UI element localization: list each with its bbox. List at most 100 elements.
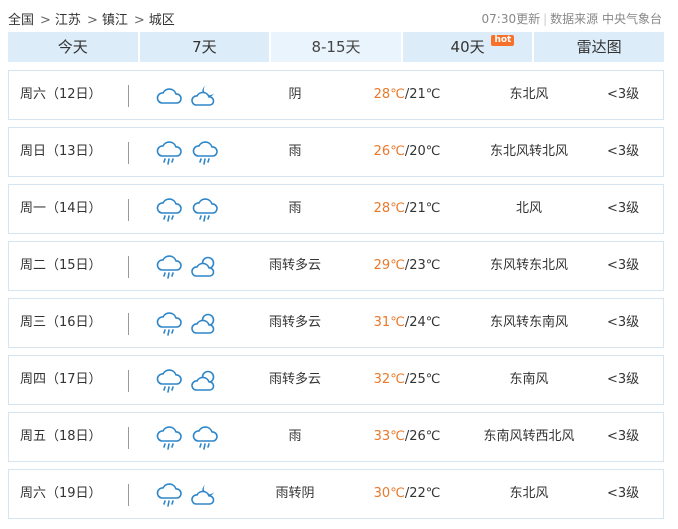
- temperature: 33℃/26℃: [347, 413, 467, 461]
- weather-condition: 雨: [288, 144, 302, 159]
- wind-level: <3级: [607, 372, 640, 387]
- wind-direction: 东北风转北风: [489, 144, 568, 159]
- temperature: 26℃/20℃: [347, 128, 467, 176]
- temp-high: 32℃: [373, 372, 405, 387]
- wind-direction: 东北风: [509, 87, 549, 102]
- temperature: 32℃/25℃: [347, 356, 467, 404]
- wind-level: <3级: [607, 144, 640, 159]
- day-date: 周六（19日）: [20, 486, 102, 501]
- day-date: 周日（13日）: [20, 144, 102, 159]
- temp-high: 28℃: [373, 201, 405, 216]
- temp-low: /24℃: [404, 315, 441, 330]
- row-divider: [128, 370, 129, 392]
- temp-low: /22℃: [404, 486, 441, 501]
- breadcrumb: 全国 > 江苏 > 镇江 > 城区: [8, 9, 177, 28]
- wind-direction: 北风: [515, 201, 542, 216]
- weather-condition: 阴: [288, 87, 302, 102]
- update-time: 07:30更新: [481, 12, 541, 26]
- weather-icons: [154, 140, 224, 166]
- forecast-row: 周二（15日） 雨转多云 29℃/23℃ 东风转东北风 <3级: [8, 241, 664, 291]
- row-divider: [128, 313, 129, 335]
- temp-low: /26℃: [404, 429, 441, 444]
- forecast-list: 周六（12日）阴 28℃/21℃ 东北风 <3级 周日（13日）雨 26℃/20℃ 东北风转…: [8, 70, 664, 526]
- weather-condition: 雨转阴: [275, 486, 315, 501]
- tab-7-days[interactable]: 7天: [139, 32, 272, 62]
- tab-label: 雷达图: [576, 38, 622, 56]
- temp-low: /23℃: [404, 258, 441, 273]
- breadcrumb-separator: >: [40, 13, 51, 28]
- wind-direction: 东南风: [509, 372, 549, 387]
- weather-icons: [154, 311, 224, 337]
- breadcrumb-item[interactable]: 全国: [8, 13, 34, 28]
- weather-icons: [154, 197, 224, 223]
- row-divider: [128, 199, 129, 221]
- temp-low: /25℃: [404, 372, 441, 387]
- weather-condition: 雨: [288, 429, 302, 444]
- weather-icons: [154, 368, 224, 394]
- forecast-tabs: 今天 7天 8-15天 40天 hot 雷达图: [8, 32, 664, 62]
- wind-direction: 东风转东南风: [489, 315, 568, 330]
- wind-level: <3级: [607, 87, 640, 102]
- breadcrumb-item[interactable]: 江苏: [55, 13, 81, 28]
- temperature: 29℃/23℃: [347, 242, 467, 290]
- weather-icons: [154, 482, 224, 508]
- tab-label: 今天: [57, 38, 88, 56]
- breadcrumb-separator: >: [133, 13, 145, 28]
- day-date: 周四（17日）: [20, 372, 102, 387]
- temperature: 28℃/21℃: [347, 185, 467, 233]
- weather-condition: 雨转多云: [268, 258, 321, 273]
- weather-condition: 雨转多云: [268, 315, 321, 330]
- day-date: 周二（15日）: [20, 258, 102, 273]
- row-divider: [128, 427, 129, 449]
- tab-8-15-days[interactable]: 8-15天: [271, 32, 403, 62]
- temp-low: /20℃: [404, 144, 441, 159]
- day-date: 周五（18日）: [20, 429, 102, 444]
- day-date: 周一（14日）: [20, 201, 102, 216]
- wind-direction: 东北风: [509, 486, 549, 501]
- weather-condition: 雨: [288, 201, 302, 216]
- day-date: 周六（12日）: [20, 87, 102, 102]
- temp-low: /21℃: [404, 201, 441, 216]
- wind-level: <3级: [607, 486, 640, 501]
- wind-level: <3级: [607, 258, 640, 273]
- weather-icons: [154, 254, 224, 280]
- temp-high: 29℃: [373, 258, 405, 273]
- temp-high: 31℃: [373, 315, 405, 330]
- hot-badge: hot: [491, 35, 515, 46]
- wind-direction: 东风转东北风: [489, 258, 568, 273]
- breadcrumb-item[interactable]: 镇江: [102, 13, 128, 28]
- breadcrumb-separator: >: [86, 13, 98, 28]
- row-divider: [128, 85, 129, 107]
- day-date: 周三（16日）: [20, 315, 102, 330]
- temperature: 30℃/22℃: [347, 470, 467, 518]
- wind-level: <3级: [607, 315, 640, 330]
- forecast-row: 周三（16日） 雨转多云 31℃/24℃ 东风转东南风 <3级: [8, 298, 664, 348]
- update-info: 07:30更新 | 数据来源 中央气象台: [481, 12, 662, 26]
- temp-high: 26℃: [373, 144, 405, 159]
- top-bar: 全国 > 江苏 > 镇江 > 城区 07:30更新 | 数据来源 中央气象台: [0, 0, 678, 32]
- forecast-row: 周五（18日） 雨 33℃/26℃ 东南风转西北风 <3级: [8, 412, 664, 462]
- tab-label: 8-15天: [311, 38, 361, 56]
- row-divider: [128, 484, 129, 506]
- breadcrumb-item-current: 城区: [148, 13, 175, 28]
- weather-icons: [154, 83, 224, 109]
- data-source: 数据来源 中央气象台: [550, 12, 662, 26]
- forecast-row: 周日（13日） 雨 26℃/20℃ 东北风转北风 <3级: [8, 127, 664, 177]
- weather-condition: 雨转多云: [268, 372, 321, 387]
- wind-level: <3级: [607, 429, 640, 444]
- forecast-row: 周一（14日） 雨 28℃/21℃ 北风 <3级: [8, 184, 664, 234]
- tab-label: 7天: [192, 38, 217, 56]
- forecast-row: 周四（17日） 雨转多云 32℃/25℃ 东南风 <3级: [8, 355, 664, 405]
- forecast-row: 周六（12日） 阴 28℃/21℃ 东北风 <3级: [8, 70, 664, 120]
- tab-radar[interactable]: 雷达图: [534, 32, 664, 62]
- temperature: 31℃/24℃: [347, 299, 467, 347]
- temp-low: /21℃: [404, 87, 441, 102]
- temp-high: 28℃: [373, 87, 405, 102]
- wind-level: <3级: [607, 201, 640, 216]
- wind-direction: 东南风转西北风: [483, 429, 575, 444]
- tab-today[interactable]: 今天: [8, 32, 140, 62]
- temp-high: 30℃: [373, 486, 405, 501]
- tab-label: 40天: [450, 38, 485, 56]
- row-divider: [128, 142, 129, 164]
- tab-40-days[interactable]: 40天 hot: [402, 32, 535, 62]
